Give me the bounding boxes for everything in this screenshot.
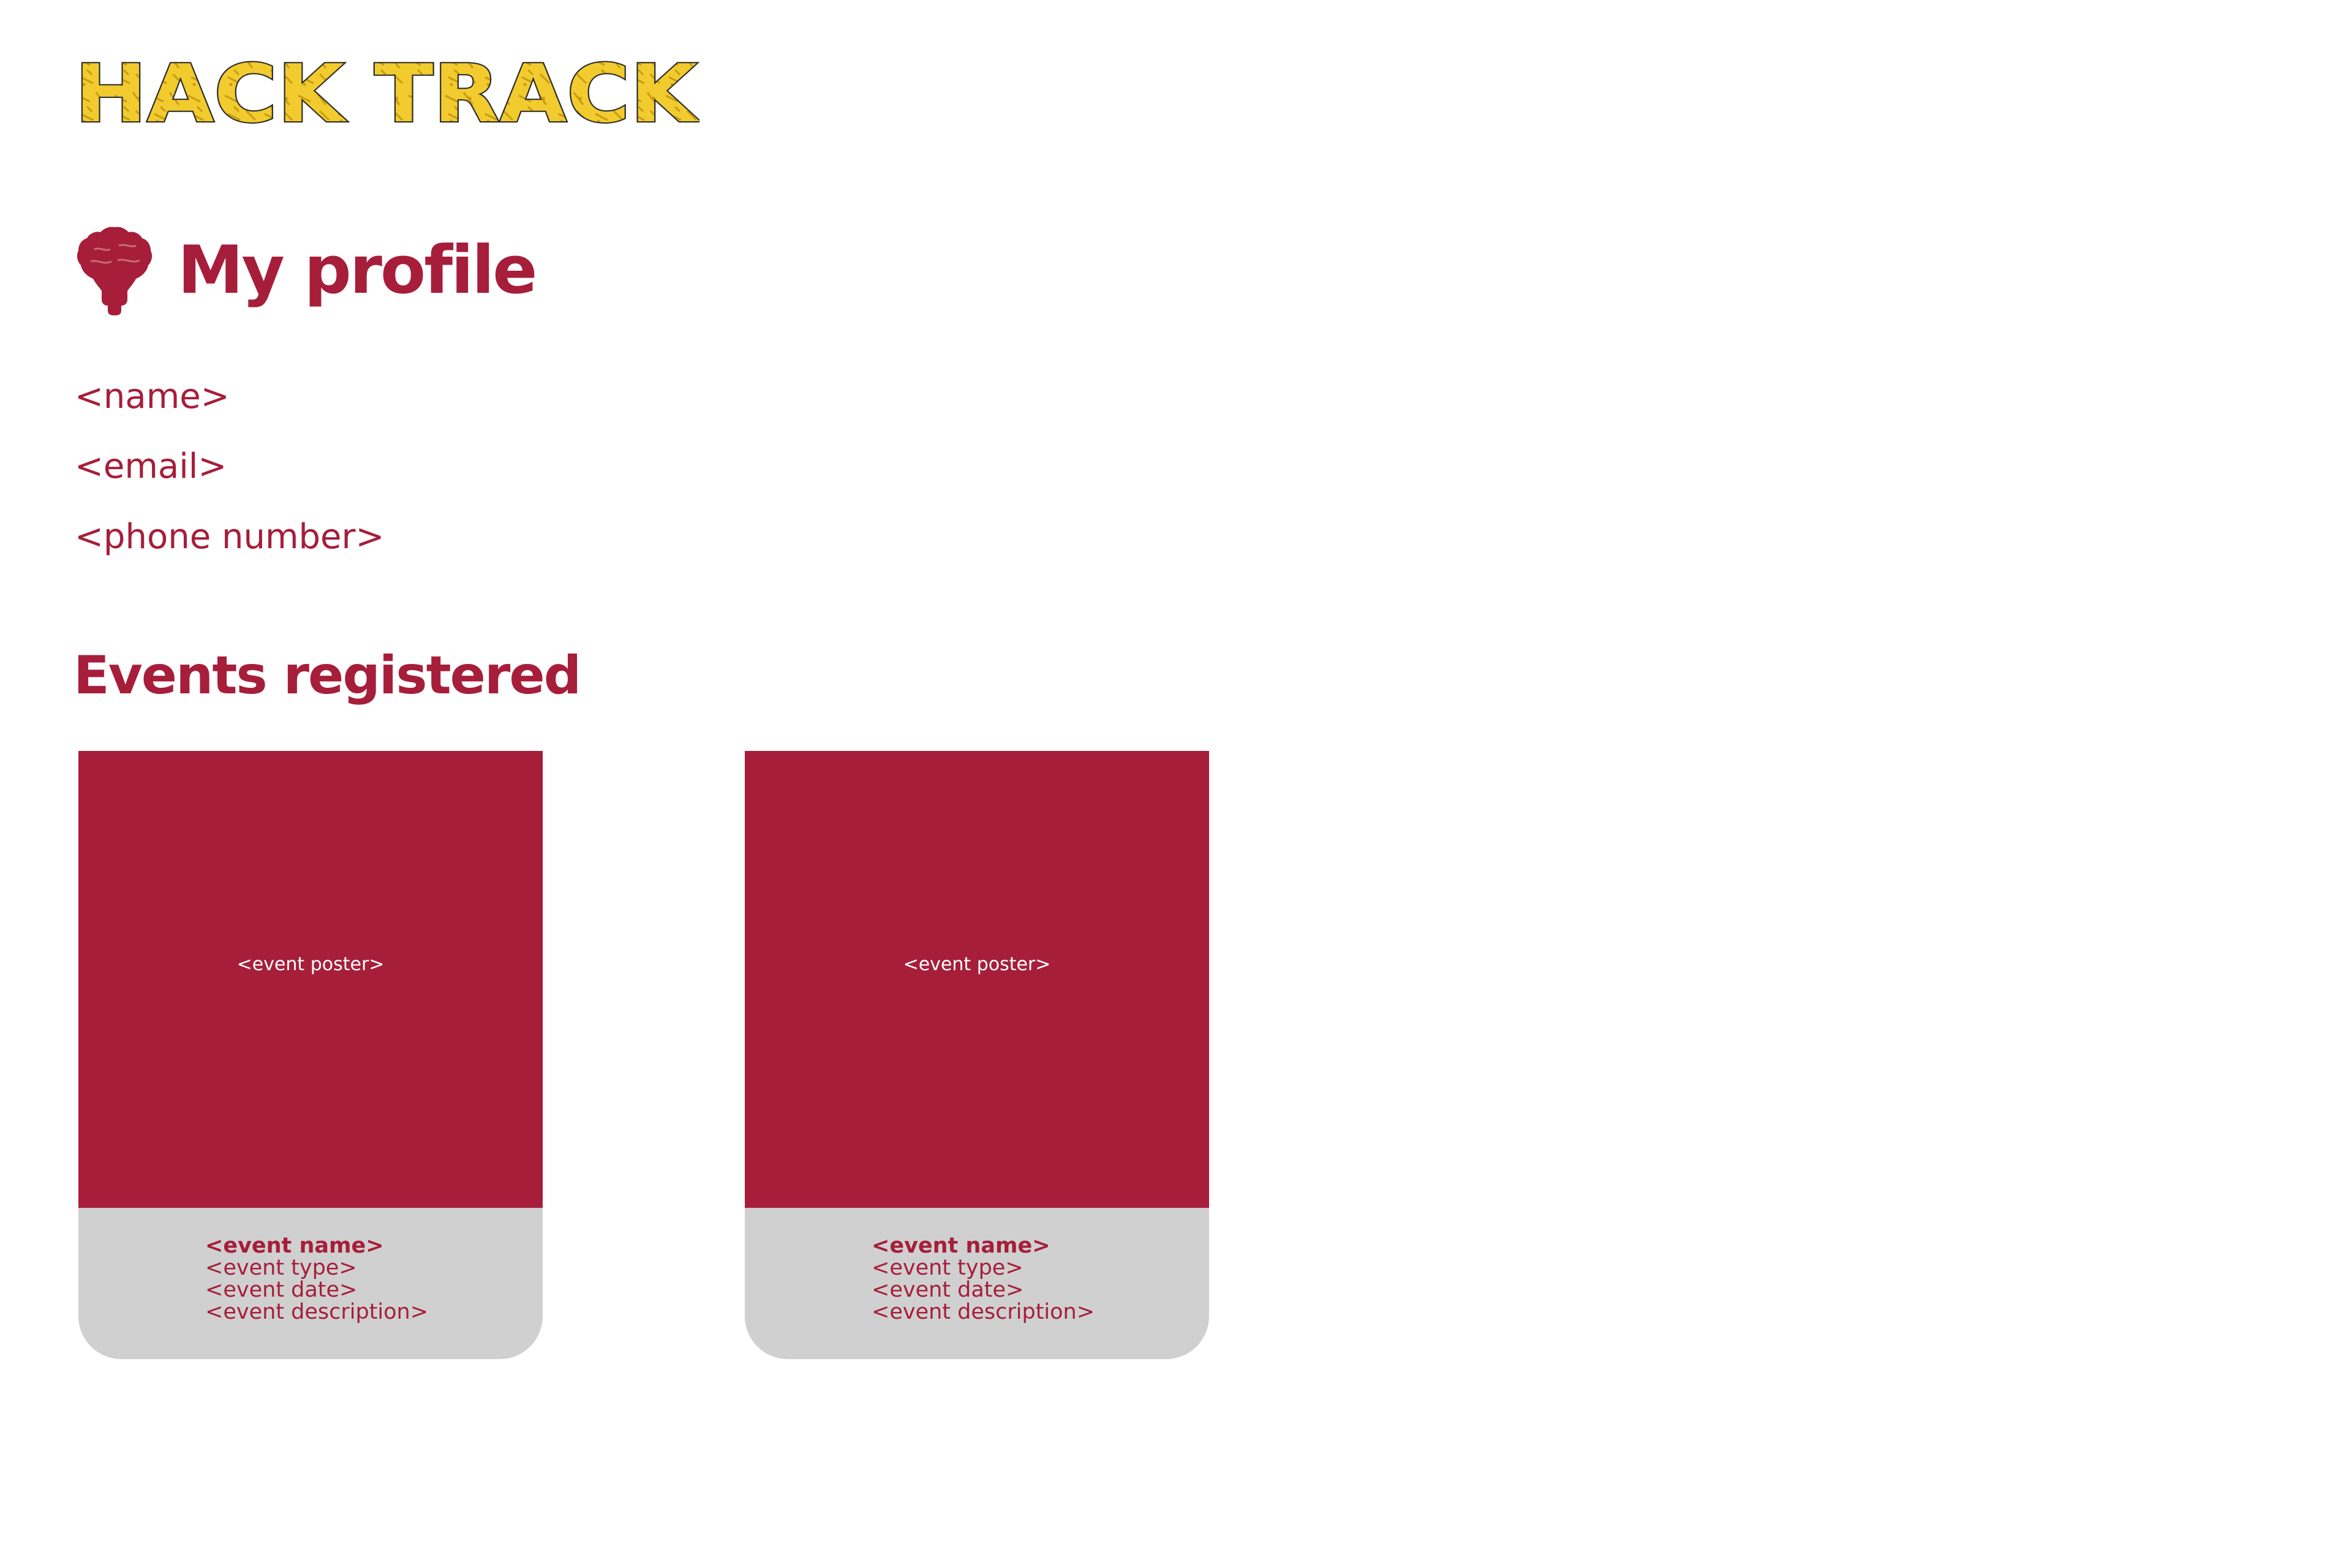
logo-text: HACK TRACK xyxy=(75,53,699,130)
profile-heading: My profile xyxy=(76,222,538,320)
event-type: <event type> xyxy=(205,1256,357,1280)
hack-track-logo: HACK TRACK xyxy=(75,53,699,130)
profile-email: <email> xyxy=(75,447,227,486)
event-card[interactable]: <event poster> <event name> <event type>… xyxy=(78,751,543,1359)
event-info: <event name> <event type> <event date> <… xyxy=(872,1235,1095,1323)
event-poster: <event poster> xyxy=(745,751,1209,1208)
events-registered-heading: Events registered xyxy=(74,645,581,706)
event-date: <event date> xyxy=(872,1278,1024,1302)
event-poster: <event poster> xyxy=(78,751,543,1208)
profile-name: <name> xyxy=(75,377,230,417)
event-description: <event description> xyxy=(872,1300,1095,1324)
event-type: <event type> xyxy=(872,1256,1023,1280)
event-name: <event name> xyxy=(872,1234,1050,1258)
event-description: <event description> xyxy=(205,1300,429,1324)
event-poster-label: <event poster> xyxy=(236,953,385,975)
event-info: <event name> <event type> <event date> <… xyxy=(205,1235,428,1323)
page-title: My profile xyxy=(178,232,538,309)
event-poster-label: <event poster> xyxy=(903,953,1051,975)
event-name: <event name> xyxy=(205,1234,384,1258)
event-date: <event date> xyxy=(205,1278,358,1302)
profile-phone-number: <phone number> xyxy=(75,517,385,557)
event-card[interactable]: <event poster> <event name> <event type>… xyxy=(745,751,1209,1359)
brain-bulb-icon xyxy=(77,227,153,315)
